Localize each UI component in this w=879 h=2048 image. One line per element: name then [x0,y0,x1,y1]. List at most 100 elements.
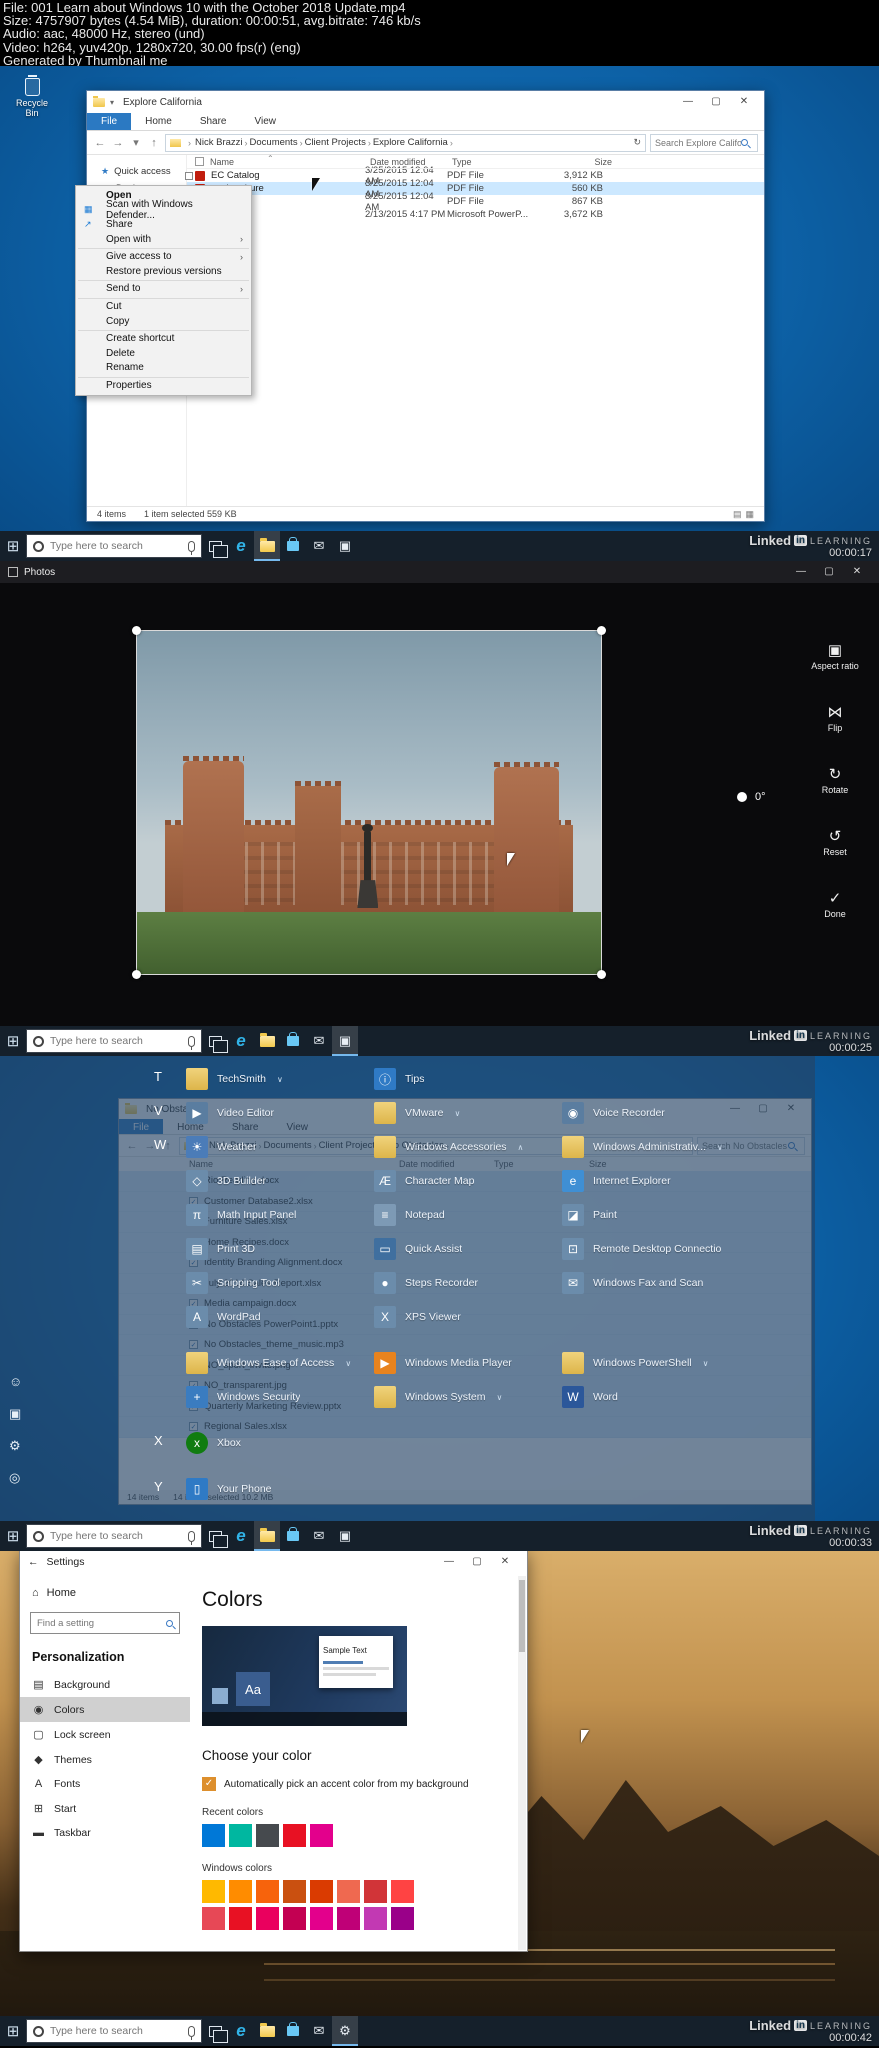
mail-button[interactable]: ✉ [306,1521,332,1551]
breadcrumb-segment[interactable]: Explore California › [373,137,455,148]
tab-home[interactable]: Home [131,113,186,130]
app-list-item[interactable]: X XPS Viewer [374,1306,562,1328]
app-list-item[interactable]: Windows PowerShell ∨ [562,1352,750,1374]
back-icon[interactable]: ← [93,137,107,149]
taskbar-search-input[interactable] [50,1530,168,1542]
app-list-item[interactable]: ≡ Notepad [374,1204,562,1226]
task-view-button[interactable] [202,531,228,561]
app-list-item[interactable]: ✉ Windows Fax and Scan [562,1272,750,1294]
task-view-button[interactable] [202,2016,228,2046]
mail-button[interactable]: ✉ [306,2016,332,2046]
color-swatch[interactable] [229,1907,252,1930]
crop-handle-top-right[interactable] [597,626,606,635]
back-icon[interactable]: ← [28,1556,39,1568]
file-row[interactable]: he_article 3/25/2015 12:04 AM PDF File 8… [185,191,764,213]
alphabet-section-letter[interactable]: Y [154,1479,176,1494]
quick-access-dropdown-icon[interactable]: ▾ [110,98,114,107]
mail-button[interactable]: ✉ [306,531,332,561]
context-menu-item[interactable]: ▦ Scan with Windows Defender... [76,199,251,221]
color-swatch[interactable] [310,1907,333,1930]
photo-tool-button[interactable]: ↺ Reset [800,827,870,857]
pictures-icon[interactable]: ▣ [9,1406,21,1422]
alphabet-section-letter[interactable]: T [154,1069,176,1084]
breadcrumb-segment[interactable]: Nick Brazzi› [195,137,250,148]
file-explorer-button[interactable] [254,1026,280,1056]
app-list-item[interactable]: ▤ Print 3D [186,1238,374,1260]
taskbar-search[interactable] [26,1524,202,1548]
scrollbar-thumb[interactable] [519,1580,525,1652]
crop-photo[interactable] [132,626,606,979]
expand-chevron-icon[interactable]: ∨ [497,1393,503,1402]
photo-tool-button[interactable]: ⋈ Flip [800,703,870,733]
tab-share[interactable]: Share [186,113,241,130]
start-button[interactable]: ⊞ [0,1032,26,1050]
file-row[interactable]: alifornia 2/13/2015 4:17 PM Microsoft Po… [185,208,764,221]
context-menu-item[interactable]: Copy [76,314,251,329]
app-list-item[interactable]: + Windows Security [186,1386,374,1408]
taskbar-search[interactable] [26,1029,202,1053]
taskbar-search-input[interactable] [50,540,168,552]
photos-button[interactable]: ▣ [332,1026,358,1056]
recent-locations-icon[interactable]: ▾ [129,136,143,149]
context-menu-item[interactable]: Open with › [76,232,251,247]
row-checkbox[interactable] [185,171,193,180]
taskbar-search[interactable] [26,534,202,558]
maximize-button[interactable]: ▢ [815,561,843,583]
edge-button[interactable]: e [228,2016,254,2046]
app-list-item[interactable]: ⓘ Tips [374,1068,562,1090]
crop-handle-top-left[interactable] [132,626,141,635]
alphabet-section-letter[interactable]: W [154,1137,176,1152]
refresh-icon[interactable]: ↻ [633,137,641,148]
photo-tool-button[interactable]: ▣ Aspect ratio [800,641,870,671]
forward-icon[interactable]: → [111,137,125,149]
photos-button[interactable]: ▣ [332,1521,358,1551]
microphone-icon[interactable] [188,2025,195,2040]
file-explorer-button[interactable] [254,1521,280,1551]
minimize-button[interactable]: — [787,561,815,583]
app-list-item[interactable]: π Math Input Panel [186,1204,374,1226]
taskbar-search-input[interactable] [50,2025,168,2037]
context-menu-item[interactable]: Delete [76,346,251,361]
context-menu-item[interactable]: Rename [76,361,251,376]
edge-button[interactable]: e [228,1026,254,1056]
app-list-item[interactable]: ◪ Paint [562,1204,750,1226]
sidebar-item-quick-access[interactable]: ★ Quick access [87,163,186,180]
app-list-item[interactable]: A WordPad [186,1306,374,1328]
app-list-item[interactable]: ☀ Weather [186,1136,374,1158]
color-swatch[interactable] [202,1907,225,1930]
scrollbar[interactable] [518,1576,526,1950]
color-swatch[interactable] [202,1880,225,1903]
app-list-item[interactable]: Windows Administrativ... ∨ [562,1136,750,1158]
microphone-icon[interactable] [188,540,195,555]
app-list-item[interactable]: ● Steps Recorder [374,1272,562,1294]
crop-handle-bottom-right[interactable] [597,970,606,979]
app-list-item[interactable]: Windows System ∨ [374,1386,562,1408]
context-menu-item[interactable]: Give access to › [76,249,251,264]
column-date[interactable]: Date modified [370,157,452,167]
photo-tool-button[interactable]: ✓ Done [800,889,870,919]
app-list-item[interactable]: ▭ Quick Assist [374,1238,562,1260]
app-list-item[interactable]: ◉ Voice Recorder [562,1102,750,1124]
settings-nav-item[interactable]: ▢ Lock screen [20,1722,190,1747]
expand-chevron-icon[interactable]: ∨ [703,1359,709,1368]
search-box[interactable] [650,133,758,152]
settings-nav-item[interactable]: ▤ Background [20,1672,190,1697]
explorer-titlebar[interactable]: ▾ Explore California — ▢ ✕ [87,91,764,113]
app-list-item[interactable]: ▶ Video Editor [186,1102,374,1124]
settings-nav-item[interactable]: ▬ Taskbar [20,1821,190,1845]
tab-file[interactable]: File [87,113,132,130]
color-swatch[interactable] [283,1880,306,1903]
crop-handle-bottom-left[interactable] [132,970,141,979]
column-name[interactable]: Name [210,157,370,167]
file-explorer-button[interactable] [254,531,280,561]
store-button[interactable] [280,1026,306,1056]
expand-chevron-icon[interactable]: ∨ [717,1143,723,1152]
color-swatch[interactable] [256,1824,279,1847]
file-row[interactable]: ✓ ec_brochure 3/25/2015 12:04 AM PDF Fil… [185,178,764,200]
color-swatch[interactable] [229,1880,252,1903]
thumbnails-view-icon[interactable]: ▦ [745,509,754,520]
settings-search-box[interactable] [30,1612,180,1634]
color-swatch[interactable] [256,1907,279,1930]
expand-chevron-icon[interactable]: ∨ [345,1359,351,1368]
edge-button[interactable]: e [228,531,254,561]
